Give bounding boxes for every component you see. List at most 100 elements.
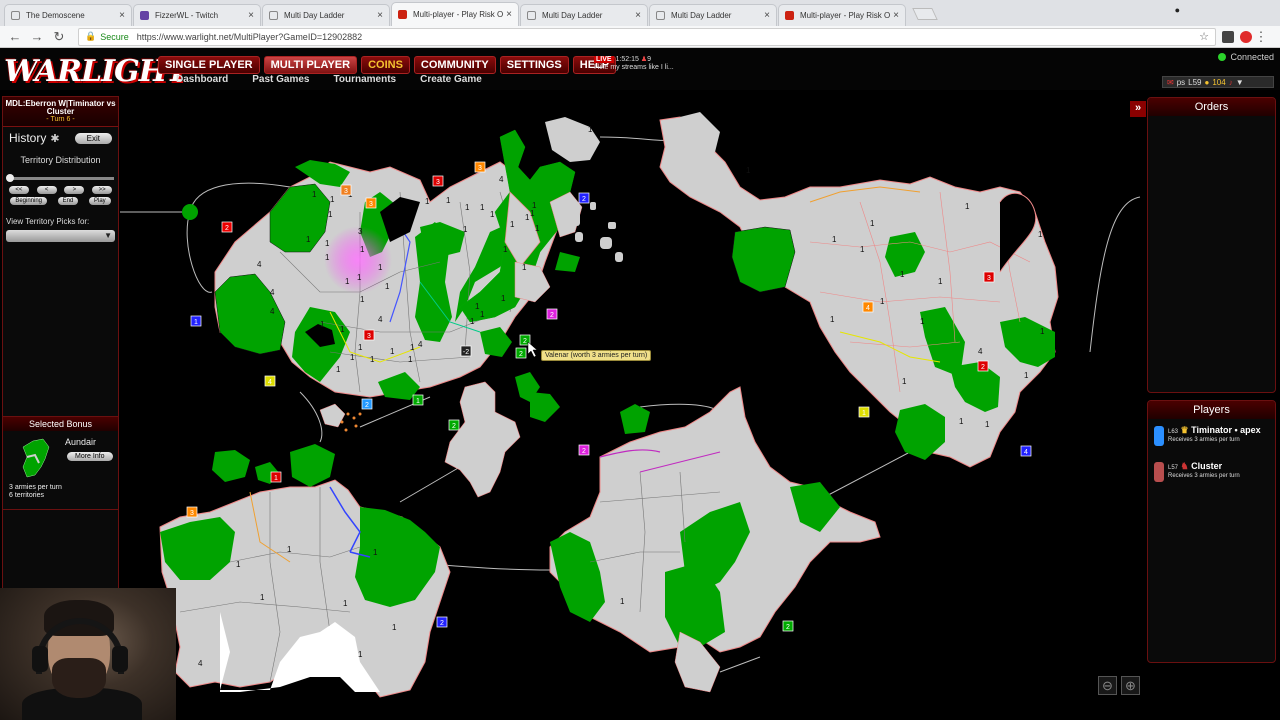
bonus-marker[interactable]: 2 xyxy=(546,308,558,320)
url-input[interactable]: 🔒 Secure https://www.warlight.net/MultiP… xyxy=(78,27,1216,46)
bonus-marker[interactable]: 3 xyxy=(365,197,377,209)
live-stream-banner[interactable]: LIVE 1:52:15 ♟9 I like my streams like I … xyxy=(594,56,674,72)
bonus-marker[interactable]: 3 xyxy=(983,271,995,283)
opera-icon[interactable] xyxy=(1240,30,1252,43)
bonus-marker[interactable]: 4 xyxy=(264,375,276,387)
menu-icon[interactable]: ⋮ xyxy=(1252,29,1270,45)
bonus-marker[interactable]: 1 xyxy=(858,406,870,418)
subnav-dashboard[interactable]: Dashboard xyxy=(176,74,228,85)
bonus-marker[interactable]: 2 xyxy=(782,620,794,632)
close-icon[interactable]: × xyxy=(764,10,770,21)
army-count: 1 xyxy=(358,343,363,352)
player-row[interactable]: L57 ♞ Cluster Receives 3 armies per turn xyxy=(1148,459,1275,491)
bonus-marker[interactable]: 4 xyxy=(1020,445,1032,457)
zoom-in-icon[interactable]: ⊕ xyxy=(1121,676,1140,695)
picks-player-select[interactable]: ▼ xyxy=(6,230,115,242)
bonus-marker[interactable]: -2 xyxy=(460,345,472,357)
bonus-marker[interactable]: 1 xyxy=(412,394,424,406)
turn-slider[interactable] xyxy=(6,174,114,182)
last-turn-button[interactable]: >> xyxy=(92,186,113,194)
bonus-marker[interactable]: 3 xyxy=(340,184,352,196)
bonus-marker[interactable]: 3 xyxy=(186,506,198,518)
game-map[interactable]: 1111444111311111411111111114111111111111… xyxy=(120,92,1150,700)
webcam-overlay xyxy=(0,588,176,720)
star-icon[interactable]: ☆ xyxy=(1199,30,1209,43)
browser-tab[interactable]: Multi-player - Play Risk Onl × xyxy=(778,4,906,26)
subnav-create-game[interactable]: Create Game xyxy=(420,74,482,85)
play-button[interactable]: Play xyxy=(88,197,111,205)
nav-multi-player[interactable]: MULTI PLAYER xyxy=(263,56,358,74)
slider-handle[interactable] xyxy=(6,174,14,182)
more-info-button[interactable]: More Info xyxy=(67,452,113,461)
sound-icon[interactable]: ♪ xyxy=(1229,78,1233,87)
exit-button[interactable]: Exit xyxy=(74,132,112,144)
gear-icon[interactable]: ✱ xyxy=(50,132,59,145)
beginning-button[interactable]: Beginning xyxy=(10,197,48,205)
back-icon[interactable]: ← xyxy=(6,29,24,44)
browser-tab[interactable]: Multi Day Ladder × xyxy=(649,4,777,26)
bonus-marker[interactable]: 3 xyxy=(432,175,444,187)
close-icon[interactable]: × xyxy=(248,10,254,21)
user-profile-icon[interactable]: ● xyxy=(1175,5,1180,15)
continent-south-east[interactable] xyxy=(549,386,881,693)
bonus-value: 1 xyxy=(194,319,198,326)
browser-tab[interactable]: Multi Day Ladder × xyxy=(520,4,648,26)
bonus-marker[interactable]: 3 xyxy=(474,161,486,173)
army-count: 1 xyxy=(340,325,345,334)
nav-settings[interactable]: SETTINGS xyxy=(499,56,569,74)
army-count: 1 xyxy=(860,245,865,254)
bonus-marker[interactable]: 1 xyxy=(270,471,282,483)
prev-turn-button[interactable]: < xyxy=(36,186,57,194)
browser-tab[interactable]: Multi Day Ladder × xyxy=(262,4,390,26)
selected-bonus-header: Selected Bonus xyxy=(3,417,118,431)
bonus-value: 3 xyxy=(436,179,440,186)
bonus-marker[interactable]: 2 xyxy=(221,221,233,233)
dropdown-arrow-icon[interactable]: ▼ xyxy=(1236,78,1244,87)
subnav-tournaments[interactable]: Tournaments xyxy=(334,74,397,85)
browser-tab[interactable]: FizzerWL - Twitch × xyxy=(133,4,261,26)
territory-node[interactable] xyxy=(182,204,198,220)
new-tab-button[interactable] xyxy=(912,8,938,20)
close-icon[interactable]: × xyxy=(119,10,125,21)
army-count: 1 xyxy=(900,270,905,279)
nav-coins[interactable]: COINS xyxy=(361,56,410,74)
subnav-past-games[interactable]: Past Games xyxy=(252,74,309,85)
army-count: 1 xyxy=(260,593,265,602)
zoom-out-icon[interactable]: ⊖ xyxy=(1098,676,1117,695)
bonus-marker[interactable]: 2 xyxy=(515,347,527,359)
first-turn-button[interactable]: << xyxy=(8,186,29,194)
next-turn-button[interactable]: > xyxy=(64,186,85,194)
close-icon[interactable]: × xyxy=(506,9,512,20)
mail-icon[interactable]: ✉ xyxy=(1167,78,1174,87)
map-canvas[interactable]: 1111444111311111411111111114111111111111… xyxy=(120,92,1150,700)
user-bar[interactable]: ✉ ps L59 ● 104 ♪ ▼ xyxy=(1162,76,1274,88)
continent-south-west[interactable] xyxy=(159,444,451,698)
army-count: 1 xyxy=(336,365,341,374)
chevron-down-icon: ▼ xyxy=(104,231,112,240)
player-row[interactable]: L63 ♛ Timinator • apex Receives 3 armies… xyxy=(1148,423,1275,455)
reload-icon[interactable]: ↻ xyxy=(50,29,68,45)
end-button[interactable]: End xyxy=(57,197,79,205)
bonus-marker[interactable]: 2 xyxy=(578,192,590,204)
bonus-marker[interactable]: 2 xyxy=(448,419,460,431)
bonus-value: 2 xyxy=(582,196,586,203)
nav-community[interactable]: COMMUNITY xyxy=(413,56,496,74)
close-icon[interactable]: × xyxy=(377,10,383,21)
bonus-value: 2 xyxy=(582,448,586,455)
browser-tab-active[interactable]: Multi-player - Play Risk Onl × xyxy=(391,2,519,26)
bonus-marker[interactable]: 2 xyxy=(977,360,989,372)
close-icon[interactable]: × xyxy=(635,10,641,21)
collapse-panel-button[interactable]: » xyxy=(1130,101,1146,117)
bonus-marker[interactable]: 2 xyxy=(361,398,373,410)
bonus-marker[interactable]: 1 xyxy=(190,315,202,327)
extension-icon[interactable] xyxy=(1222,30,1234,43)
bonus-marker[interactable]: 2 xyxy=(578,444,590,456)
bonus-marker[interactable]: 3 xyxy=(363,329,375,341)
bonus-marker[interactable]: 4 xyxy=(862,301,874,313)
mouse-cursor-icon xyxy=(527,341,538,358)
nav-single-player[interactable]: SINGLE PLAYER xyxy=(158,56,260,74)
close-icon[interactable]: × xyxy=(893,10,899,21)
bonus-marker[interactable]: 2 xyxy=(436,616,448,628)
forward-icon[interactable]: → xyxy=(28,29,46,44)
browser-tab[interactable]: The Demoscene × xyxy=(4,4,132,26)
